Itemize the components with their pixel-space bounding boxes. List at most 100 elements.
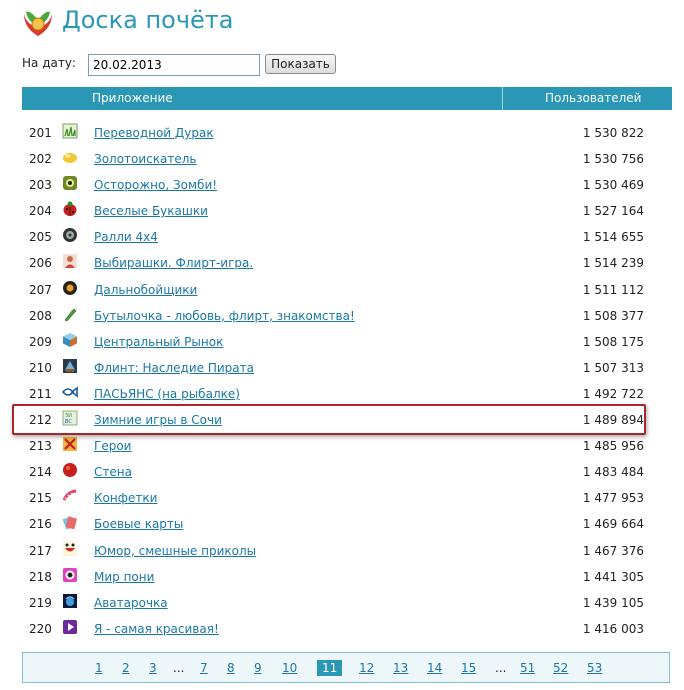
page-link[interactable]: 12 [359,661,374,675]
ladybug-icon[interactable] [62,201,78,217]
pagination-pages: 1 2 3... 7 8 9 10 11 12 13 14 15... 51 52 53 [23,653,669,682]
page-link[interactable]: 10 [282,661,297,675]
page-link[interactable]: 15 [461,661,476,675]
users-count: 1 508 377 [582,308,644,323]
table-row: 220 Я - самая красивая! 1 416 003 [22,616,672,642]
app-link[interactable]: Веселые Букашки [94,204,208,218]
table-row: 217 Юмор, смешные приколы 1 467 376 [22,538,672,564]
users-count: 1 416 003 [582,621,644,636]
users-count: 1 485 956 [582,439,644,454]
app-link[interactable]: Флинт: Наследие Пирата [94,361,254,375]
date-input[interactable] [88,54,260,76]
red-circle-icon[interactable] [62,462,78,478]
page-link[interactable]: 53 [587,661,602,675]
table-row: 205 Ралли 4х4 1 514 655 [22,224,672,250]
users-count: 1 514 239 [582,256,644,271]
app-link[interactable]: Центральный Рынок [94,335,223,349]
show-button[interactable]: Показать [265,54,336,74]
market-cube-icon[interactable] [62,332,78,348]
rank-cell: 214 [29,465,52,480]
page-link[interactable]: 9 [254,661,262,675]
grass-icon[interactable] [62,123,78,139]
page-link[interactable]: 7 [200,661,208,675]
app-link[interactable]: Конфетки [94,491,157,505]
users-count: 1 511 112 [582,282,644,297]
column-header-users: Пользователей [545,91,642,105]
users-count: 1 514 655 [582,230,644,245]
page-link[interactable]: 2 [122,661,130,675]
users-count: 1 483 484 [582,465,644,480]
page-link[interactable]: 14 [427,661,442,675]
rank-cell: 205 [29,230,52,245]
app-link[interactable]: Мир пони [94,570,154,584]
app-link[interactable]: Боевые карты [94,517,183,531]
app-link[interactable]: Стена [94,465,132,479]
pirate-icon[interactable] [62,358,78,374]
users-count: 1 489 894 [582,413,644,428]
person-icon[interactable] [62,253,78,269]
page-link[interactable]: 51 [520,661,535,675]
table-row: 208 Бутылочка - любовь, флирт, знакомства… [22,303,672,329]
smile-icon[interactable] [62,541,78,557]
crossed-swords-icon[interactable] [62,436,78,452]
gold-nugget-icon[interactable] [62,149,78,165]
app-link[interactable]: Выбирашки. Флирт-игра. [94,256,253,270]
page-link[interactable]: 8 [227,661,235,675]
users-count: 1 530 756 [582,152,644,167]
rank-cell: 203 [29,178,52,193]
table-row: 203 Осторожно, Зомби! 1 530 469 [22,172,672,198]
app-link[interactable]: Юмор, смешные приколы [94,544,256,558]
app-link[interactable]: Золотоискатель [94,152,197,166]
users-count: 1 467 376 [582,543,644,558]
rank-cell: 212 [29,413,52,428]
pony-eye-icon[interactable] [62,567,78,583]
rank-cell: 215 [29,491,52,506]
page-link[interactable]: 3 [149,661,157,675]
app-link[interactable]: Аватарочка [94,596,168,610]
zombie-icon[interactable] [62,175,78,191]
app-link[interactable]: ПАСЬЯНС (на рыбалке) [94,387,240,401]
bottle-icon[interactable] [62,306,78,322]
winter-games-icon[interactable]: ЗИ ВС [62,410,78,426]
page-link[interactable]: 52 [553,661,568,675]
fish-icon[interactable] [62,384,78,400]
header-divider [502,87,503,110]
table-row: 202 Золотоискатель 1 530 756 [22,146,672,172]
wheel-icon[interactable] [62,227,78,243]
play-icon[interactable] [62,619,78,635]
pagination-ellipsis: ... [173,661,185,675]
users-count: 1 469 664 [582,517,644,532]
app-link[interactable]: Герои [94,439,131,453]
page-link[interactable]: 13 [393,661,408,675]
table-row: 201 Переводной Дурак 1 530 822 [22,120,672,146]
rank-cell: 201 [29,126,52,140]
table-row: 215 Конфетки 1 477 953 [22,485,672,511]
app-link[interactable]: Ралли 4х4 [94,230,158,244]
app-link[interactable]: Дальнобойщики [94,283,197,297]
pagination-ellipsis: ... [495,661,507,675]
rank-cell: 220 [29,621,52,636]
users-count: 1 507 313 [582,360,644,375]
rank-cell: 204 [29,204,52,219]
rank-cell: 217 [29,543,52,558]
table-row: 207 Дальнобойщики 1 511 112 [22,277,672,303]
cards-icon[interactable] [62,514,78,531]
app-link[interactable]: Я - самая красивая! [94,622,219,636]
users-count: 1 530 822 [582,126,644,140]
rank-cell: 211 [29,386,52,401]
rank-cell: 202 [29,152,52,167]
users-count: 1 439 105 [582,595,644,610]
app-link[interactable]: Переводной Дурак [94,126,214,140]
truck-wheel-icon[interactable] [62,280,78,296]
rank-cell: 210 [29,360,52,375]
app-link[interactable]: Осторожно, Зомби! [94,178,217,192]
users-count: 1 508 175 [582,334,644,349]
page-link[interactable]: 1 [95,661,103,675]
app-link[interactable]: Зимние игры в Сочи [94,413,222,427]
app-link[interactable]: Бутылочка - любовь, флирт, знакомства! [94,309,355,323]
candy-icon[interactable] [62,488,78,504]
rank-cell: 213 [29,439,52,454]
table-row: 211 ПАСЬЯНС (на рыбалке) 1 492 722 [22,381,672,407]
avatar-icon[interactable] [62,593,78,609]
table-row: 216 Боевые карты 1 469 664 [22,511,672,537]
